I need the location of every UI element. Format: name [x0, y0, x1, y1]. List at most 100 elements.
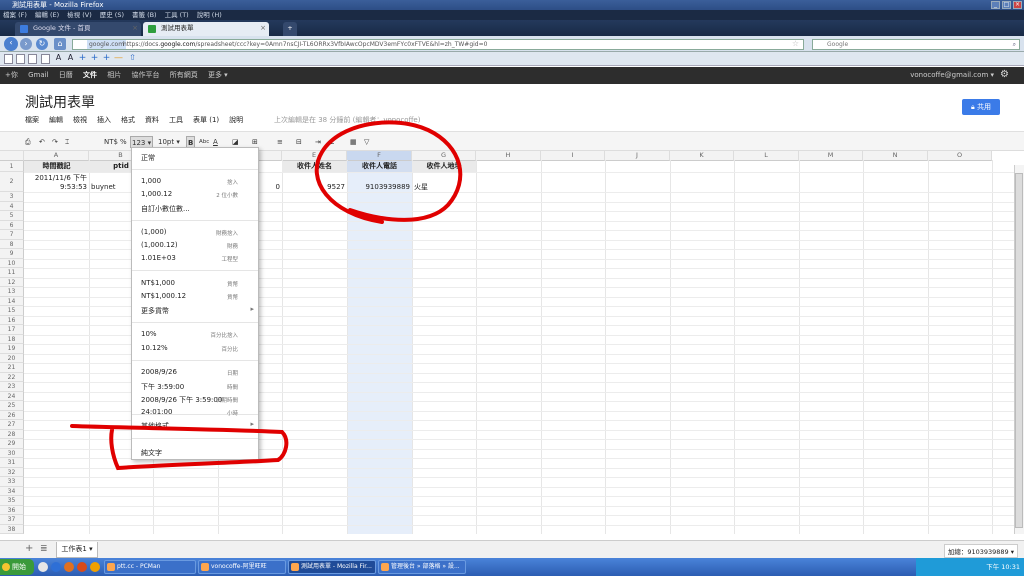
row-header[interactable]: 8	[0, 239, 24, 249]
taskbar-button-active[interactable]: 測試用表單 - Mozilla Fir...	[288, 560, 376, 574]
row-header[interactable]: 25	[0, 401, 24, 411]
sheet-list-icon[interactable]: ≣	[40, 544, 48, 554]
menu-edit[interactable]: 編輯 (E)	[35, 10, 59, 20]
format-menu-item[interactable]: 純文字	[132, 447, 258, 458]
quicklaunch-icon[interactable]	[51, 562, 61, 572]
align-icon[interactable]: ≡	[277, 136, 283, 148]
bookmark-icon[interactable]	[16, 54, 25, 64]
cell-F1[interactable]: 收件人電話	[347, 161, 412, 172]
column-header[interactable]: M	[799, 151, 863, 161]
share-button[interactable]: 🔒︎ 共用	[962, 99, 1000, 115]
doc-menu-view[interactable]: 檢視	[73, 115, 87, 125]
bookmark-icon[interactable]: A	[54, 54, 63, 64]
menu-file[interactable]: 檔案 (F)	[3, 10, 27, 20]
percent-button[interactable]: %	[120, 136, 127, 148]
row-header[interactable]: 11	[0, 268, 24, 278]
quicklaunch-icon[interactable]	[90, 562, 100, 572]
doc-menu-help[interactable]: 說明	[229, 115, 243, 125]
bookmark-icon[interactable]: +	[78, 54, 87, 64]
row-header[interactable]: 31	[0, 458, 24, 468]
row-header[interactable]: 9	[0, 249, 24, 259]
format-menu-item[interactable]: NT$1,000 貨幣	[132, 278, 258, 289]
bookmark-icon[interactable]: —	[114, 54, 123, 64]
row-header[interactable]: 7	[0, 230, 24, 240]
cell-A2-line2[interactable]: 9:53:53	[24, 182, 87, 192]
column-header[interactable]: H	[476, 151, 541, 161]
row-header[interactable]: 4	[0, 201, 24, 211]
menu-tools[interactable]: 工具 (T)	[165, 10, 189, 20]
doc-menu-data[interactable]: 資料	[145, 115, 159, 125]
last-edit-status[interactable]: 上次編輯是在 38 分鐘前 (編輯者：vonocoffe)	[274, 115, 420, 125]
gear-icon[interactable]: ⚙	[1000, 70, 1010, 80]
bookmark-icon[interactable]: +	[90, 54, 99, 64]
column-header[interactable]: N	[863, 151, 928, 161]
bookmark-icon[interactable]: ⇧	[128, 54, 137, 64]
format-menu-item[interactable]: 自訂小數位數...	[132, 203, 258, 214]
chart-icon[interactable]: ▦	[350, 136, 357, 148]
address-bar[interactable]: google.com https://docs.google.com/sprea…	[72, 39, 804, 50]
format-menu-item[interactable]: (1,000) 財務捨入	[132, 227, 258, 238]
bookmark-icon[interactable]	[28, 54, 37, 64]
format-menu-item[interactable]: 10% 百分比捨入	[132, 329, 258, 340]
close-window-button[interactable]: ×	[1013, 1, 1022, 9]
menu-bookmarks[interactable]: 書籤 (B)	[132, 10, 157, 20]
quicklaunch-icon[interactable]	[64, 562, 74, 572]
taskbar-button[interactable]: ptt.cc - PCMan	[104, 560, 196, 574]
column-header[interactable]: A	[24, 151, 89, 161]
row-header[interactable]: 21	[0, 363, 24, 373]
row-header[interactable]: 3	[0, 192, 24, 202]
cell-G2[interactable]: 火星	[414, 182, 474, 192]
select-all-corner[interactable]	[0, 151, 24, 161]
row-header[interactable]: 37	[0, 515, 24, 525]
cell-E2[interactable]: 9527	[282, 182, 345, 192]
search-input[interactable]: Google ⌕	[812, 39, 1020, 50]
doc-menu-form[interactable]: 表單 (1)	[193, 115, 219, 125]
clock[interactable]: 下午 10:31	[986, 563, 1020, 571]
format-menu-item[interactable]: 10.12% 百分比	[132, 343, 258, 354]
row-header[interactable]: 29	[0, 439, 24, 449]
format-menu-item[interactable]: 1,000.12 2 位小數	[132, 189, 258, 200]
row-header[interactable]: 15	[0, 306, 24, 316]
row-header[interactable]: 35	[0, 496, 24, 506]
new-tab-button[interactable]: +	[283, 22, 297, 36]
row-header[interactable]: 28	[0, 429, 24, 439]
bookmark-star-icon[interactable]: ☆	[792, 40, 799, 49]
gbar-item-sites[interactable]: 協作平台	[131, 71, 159, 79]
row-header[interactable]: 32	[0, 467, 24, 477]
row-header[interactable]: 10	[0, 258, 24, 268]
column-header-selected[interactable]: F	[347, 151, 412, 161]
firefox-icon[interactable]	[77, 562, 87, 572]
star-icon[interactable]: ☆	[81, 94, 91, 107]
row-header[interactable]: 30	[0, 448, 24, 458]
format-menu-item[interactable]: 2008/9/26 日期	[132, 367, 258, 378]
row-header[interactable]: 26	[0, 410, 24, 420]
column-header[interactable]: E	[282, 151, 347, 161]
cell-F2[interactable]: 9103939889	[347, 182, 410, 192]
merge-icon[interactable]: ⊟	[296, 136, 302, 148]
format-menu-item[interactable]: 正常	[132, 152, 258, 163]
row-header[interactable]: 6	[0, 220, 24, 230]
doc-menu-file[interactable]: 檔案	[25, 115, 39, 125]
gbar-item-photos[interactable]: 相片	[107, 71, 121, 79]
cell-E1[interactable]: 收件人姓名	[282, 161, 347, 172]
user-account[interactable]: vonocoffe@gmail.com ▾	[910, 67, 994, 84]
format-menu-item[interactable]: 24:01:00 小時	[132, 407, 258, 418]
currency-button[interactable]: NT$	[104, 136, 118, 148]
menu-history[interactable]: 歷史 (S)	[100, 10, 124, 20]
menu-help[interactable]: 說明 (H)	[197, 10, 222, 20]
doc-menu-edit[interactable]: 編輯	[49, 115, 63, 125]
browser-tab-active[interactable]: 測試用表單 ×	[143, 22, 269, 36]
row-header[interactable]: 12	[0, 277, 24, 287]
function-icon[interactable]: Σ	[330, 136, 334, 148]
doc-menu-format[interactable]: 格式	[121, 115, 135, 125]
start-button[interactable]: 開始	[0, 559, 34, 575]
format-menu-item[interactable]: 1.01E+03 工程型	[132, 253, 258, 264]
scrollbar-thumb[interactable]	[1015, 173, 1023, 528]
row-header[interactable]: 5	[0, 211, 24, 221]
cell-G1[interactable]: 收件人地址	[412, 161, 476, 172]
doc-menu-tools[interactable]: 工具	[169, 115, 183, 125]
minimize-button[interactable]: _	[991, 1, 1000, 9]
row-header[interactable]: 17	[0, 325, 24, 335]
row-header[interactable]: 14	[0, 296, 24, 306]
format-menu-item[interactable]: 更多貨幣 ▸	[132, 305, 258, 316]
